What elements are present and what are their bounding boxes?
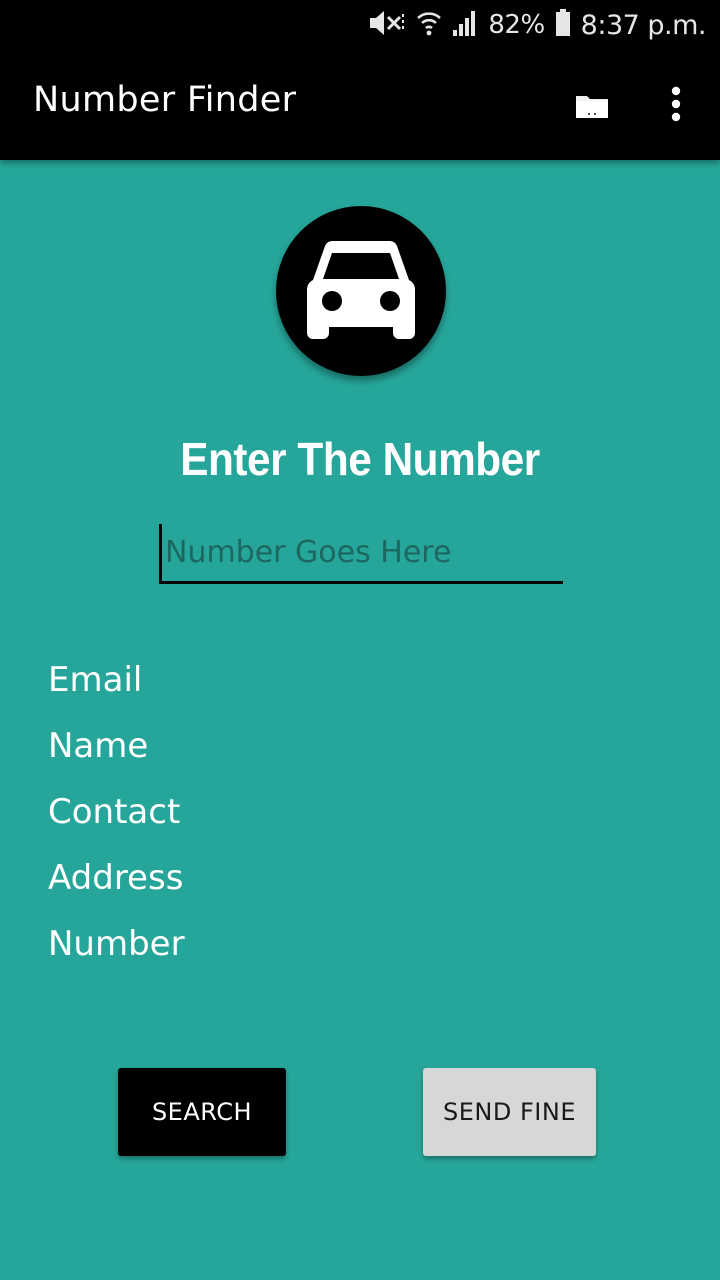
page-heading: Enter The Number xyxy=(180,433,540,485)
number-input[interactable] xyxy=(159,524,563,581)
mute-icon xyxy=(368,8,406,42)
wifi-icon xyxy=(416,8,442,42)
detail-number: Number xyxy=(48,924,185,964)
battery-icon xyxy=(555,9,571,41)
overflow-menu-button[interactable] xyxy=(656,82,696,130)
search-button[interactable]: SEARCH xyxy=(118,1068,286,1156)
battery-percent: 82% xyxy=(488,10,545,40)
app-title: Number Finder xyxy=(33,80,297,120)
detail-address: Address xyxy=(48,858,184,898)
car-icon xyxy=(302,233,420,349)
detail-name: Name xyxy=(48,726,149,766)
clock: 8:37 p.m. xyxy=(580,9,707,41)
number-input-container xyxy=(159,524,563,584)
signal-icon xyxy=(452,8,478,42)
car-avatar xyxy=(276,206,446,376)
detail-email: Email xyxy=(48,660,143,700)
folder-button[interactable] xyxy=(570,86,614,130)
status-bar: 82% 8:37 p.m. xyxy=(0,0,720,50)
more-vert-icon xyxy=(670,86,682,126)
detail-contact: Contact xyxy=(48,792,181,832)
send-fine-button[interactable]: SEND FINE xyxy=(423,1068,596,1156)
folder-icon xyxy=(575,93,609,123)
app-bar: Number Finder xyxy=(0,50,720,160)
status-indicators: 82% 8:37 p.m. xyxy=(368,6,707,44)
detail-list: Email Name Contact Address Number xyxy=(48,655,185,985)
